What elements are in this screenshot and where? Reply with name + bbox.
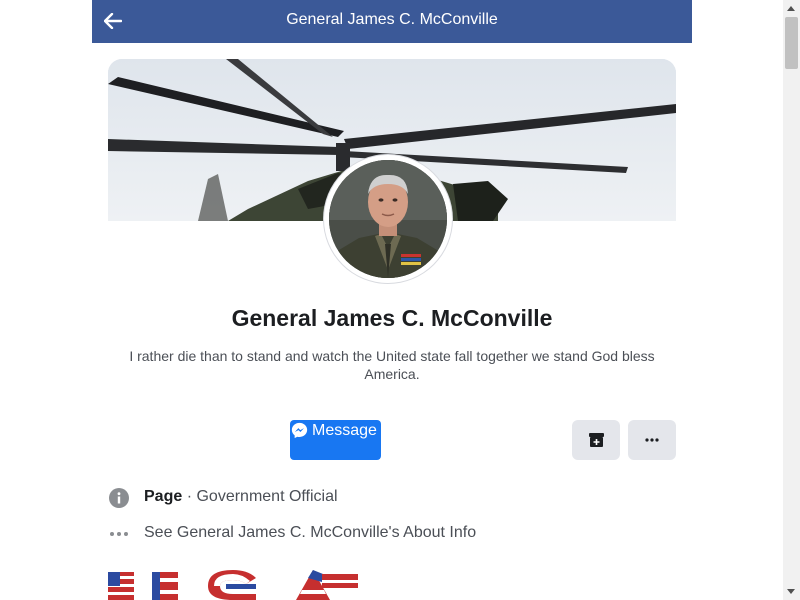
bookmark-add-icon (588, 433, 604, 447)
intro-photos-strip (108, 564, 676, 600)
message-button[interactable]: Message (290, 420, 381, 460)
info-icon (108, 487, 130, 509)
more-options-button[interactable] (628, 420, 676, 460)
profile-photo-image (329, 160, 447, 278)
about-info-link[interactable]: See General James C. McConville's About … (144, 524, 476, 542)
save-button[interactable] (572, 420, 620, 460)
message-button-label: Message (312, 422, 377, 439)
page-title: General James C. McConville (286, 11, 498, 28)
flag-letters-image (108, 570, 358, 600)
ellipsis-icon (108, 523, 130, 545)
scroll-up-arrow-icon[interactable] (787, 6, 795, 11)
page: General James C. McConville General Jame… (92, 0, 692, 600)
vertical-scrollbar[interactable] (783, 0, 800, 600)
category-separator: · (182, 488, 197, 505)
messenger-icon (291, 422, 308, 439)
page-category: Government Official (196, 488, 338, 505)
page-type-label: Page (144, 488, 183, 505)
profile-bio: I rather die than to stand and watch the… (129, 348, 655, 382)
profile-picture[interactable] (324, 155, 452, 283)
about-info-link-row[interactable]: See General James C. McConville's About … (108, 523, 668, 547)
scroll-thumb[interactable] (785, 17, 798, 69)
scroll-down-arrow-icon[interactable] (787, 589, 795, 594)
more-dots-icon (645, 438, 659, 442)
page-category-row: Page · Government Official (108, 487, 668, 511)
profile-name: General James C. McConville (231, 305, 553, 331)
top-navigation-bar: General James C. McConville (92, 0, 692, 43)
